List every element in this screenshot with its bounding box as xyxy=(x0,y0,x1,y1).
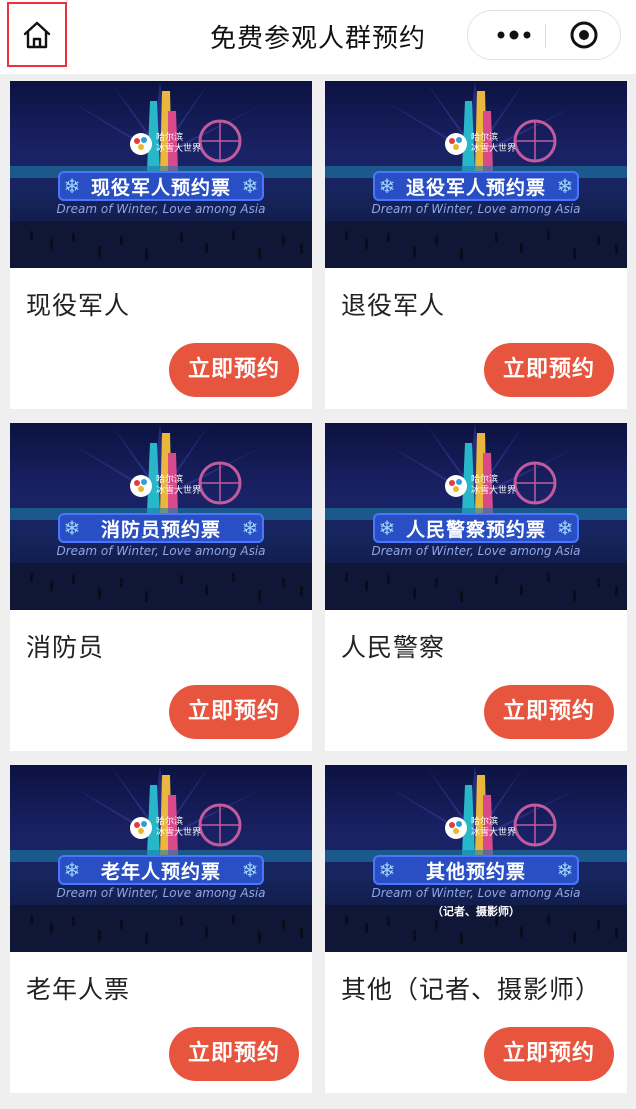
book-now-button[interactable]: 立即预约 xyxy=(169,343,299,397)
ticket-card[interactable]: 哈尔滨 冰雪大世界 其他预约票 ❄ ❄ Dream of Winter, Lov… xyxy=(325,765,627,1093)
logo-line-2: 冰雪大世界 xyxy=(156,144,202,154)
snowflake-icon: ❄ xyxy=(63,516,81,540)
logo-line-2: 冰雪大世界 xyxy=(471,486,517,496)
card-banner-image: 哈尔滨 冰雪大世界 老年人预约票 ❄ ❄ Dream of Winter, Lo… xyxy=(10,765,312,952)
banner-ticket-label: 消防员预约票 xyxy=(58,513,264,543)
ticket-title: 其他（记者、摄影师） xyxy=(341,975,602,1004)
snowflake-icon: ❄ xyxy=(378,858,396,882)
ticket-title: 消防员 xyxy=(26,633,105,662)
festival-logo-text: 哈尔滨 冰雪大世界 xyxy=(471,817,516,839)
logo-line-1: 哈尔滨 xyxy=(471,817,499,827)
book-now-button[interactable]: 立即预约 xyxy=(484,1027,614,1081)
ticket-card[interactable]: 哈尔滨 冰雪大世界 老年人预约票 ❄ ❄ Dream of Winter, Lo… xyxy=(10,765,312,1093)
ticket-card[interactable]: 哈尔滨 冰雪大世界 人民警察预约票 ❄ ❄ Dream of Winter, L… xyxy=(325,423,627,751)
banner-tagline: Dream of Winter, Love among Asia xyxy=(371,202,581,216)
target-icon xyxy=(570,21,598,49)
banner-ticket-label-text: 老年人预约票 xyxy=(100,860,221,883)
mini-program-capsule xyxy=(467,10,621,60)
ticket-title: 人民警察 xyxy=(341,633,446,662)
banner-ticket-label-text: 退役军人预约票 xyxy=(405,176,546,199)
capsule-divider xyxy=(545,24,546,48)
more-dots-icon xyxy=(497,30,531,40)
logo-line-2: 冰雪大世界 xyxy=(471,144,517,154)
banner-ticket-label-text: 人民警察预约票 xyxy=(405,518,546,541)
card-banner-image: 哈尔滨 冰雪大世界 消防员预约票 ❄ ❄ Dream of Winter, Lo… xyxy=(10,423,312,610)
card-banner-image: 哈尔滨 冰雪大世界 人民警察预约票 ❄ ❄ Dream of Winter, L… xyxy=(325,423,627,610)
festival-logo-text: 哈尔滨 冰雪大世界 xyxy=(156,475,201,497)
snowflake-icon: ❄ xyxy=(63,858,81,882)
ticket-title: 现役军人 xyxy=(26,291,131,320)
banner-sub-label: （记者、摄影师） xyxy=(432,905,520,918)
card-banner-image: 哈尔滨 冰雪大世界 其他预约票 ❄ ❄ Dream of Winter, Lov… xyxy=(325,765,627,952)
navigation-bar: 免费参观人群预约 xyxy=(0,0,636,74)
snowflake-icon: ❄ xyxy=(556,516,574,540)
banner-tagline: Dream of Winter, Love among Asia xyxy=(56,886,266,900)
banner-tagline: Dream of Winter, Love among Asia xyxy=(371,544,581,558)
logo-line-2: 冰雪大世界 xyxy=(156,486,202,496)
banner-ticket-label-text: 消防员预约票 xyxy=(100,518,221,541)
banner-ticket-label-text: 其他预约票 xyxy=(425,860,526,883)
banner-ticket-label: 退役军人预约票 xyxy=(373,171,579,201)
logo-line-2: 冰雪大世界 xyxy=(156,828,202,838)
ticket-title: 退役军人 xyxy=(341,291,446,320)
festival-logo-text: 哈尔滨 冰雪大世界 xyxy=(156,133,201,155)
logo-line-1: 哈尔滨 xyxy=(156,133,184,143)
festival-logo-text: 哈尔滨 冰雪大世界 xyxy=(471,133,516,155)
book-now-button[interactable]: 立即预约 xyxy=(169,685,299,739)
snowflake-icon: ❄ xyxy=(378,174,396,198)
ticket-card[interactable]: 哈尔滨 冰雪大世界 消防员预约票 ❄ ❄ Dream of Winter, Lo… xyxy=(10,423,312,751)
card-banner-image: 哈尔滨 冰雪大世界 现役军人预约票 ❄ ❄ Dream of Winter, L… xyxy=(10,81,312,268)
banner-tagline: Dream of Winter, Love among Asia xyxy=(56,544,266,558)
festival-logo-text: 哈尔滨 冰雪大世界 xyxy=(471,475,516,497)
logo-line-2: 冰雪大世界 xyxy=(471,828,517,838)
banner-ticket-label: 人民警察预约票 xyxy=(373,513,579,543)
snowflake-icon: ❄ xyxy=(241,174,259,198)
banner-ticket-label: 现役军人预约票 xyxy=(58,171,264,201)
snowflake-icon: ❄ xyxy=(556,858,574,882)
logo-line-1: 哈尔滨 xyxy=(471,133,499,143)
logo-line-1: 哈尔滨 xyxy=(156,817,184,827)
banner-tagline: Dream of Winter, Love among Asia xyxy=(371,886,581,900)
book-now-button[interactable]: 立即预约 xyxy=(169,1027,299,1081)
snowflake-icon: ❄ xyxy=(63,174,81,198)
snowflake-icon: ❄ xyxy=(241,858,259,882)
banner-tagline: Dream of Winter, Love among Asia xyxy=(56,202,266,216)
snowflake-icon: ❄ xyxy=(241,516,259,540)
logo-line-1: 哈尔滨 xyxy=(471,475,499,485)
close-mini-program-button[interactable] xyxy=(560,11,608,59)
ticket-card[interactable]: 哈尔滨 冰雪大世界 退役军人预约票 ❄ ❄ Dream of Winter, L… xyxy=(325,81,627,409)
ticket-card[interactable]: 哈尔滨 冰雪大世界 现役军人预约票 ❄ ❄ Dream of Winter, L… xyxy=(10,81,312,409)
logo-line-1: 哈尔滨 xyxy=(156,475,184,485)
book-now-button[interactable]: 立即预约 xyxy=(484,343,614,397)
book-now-button[interactable]: 立即预约 xyxy=(484,685,614,739)
festival-logo-text: 哈尔滨 冰雪大世界 xyxy=(156,817,201,839)
banner-ticket-label-text: 现役军人预约票 xyxy=(90,176,231,199)
card-banner-image: 哈尔滨 冰雪大世界 退役军人预约票 ❄ ❄ Dream of Winter, L… xyxy=(325,81,627,268)
banner-ticket-label: 其他预约票 xyxy=(373,855,579,885)
more-button[interactable] xyxy=(484,11,544,59)
snowflake-icon: ❄ xyxy=(556,174,574,198)
ticket-title: 老年人票 xyxy=(26,975,131,1004)
snowflake-icon: ❄ xyxy=(378,516,396,540)
banner-ticket-label: 老年人预约票 xyxy=(58,855,264,885)
